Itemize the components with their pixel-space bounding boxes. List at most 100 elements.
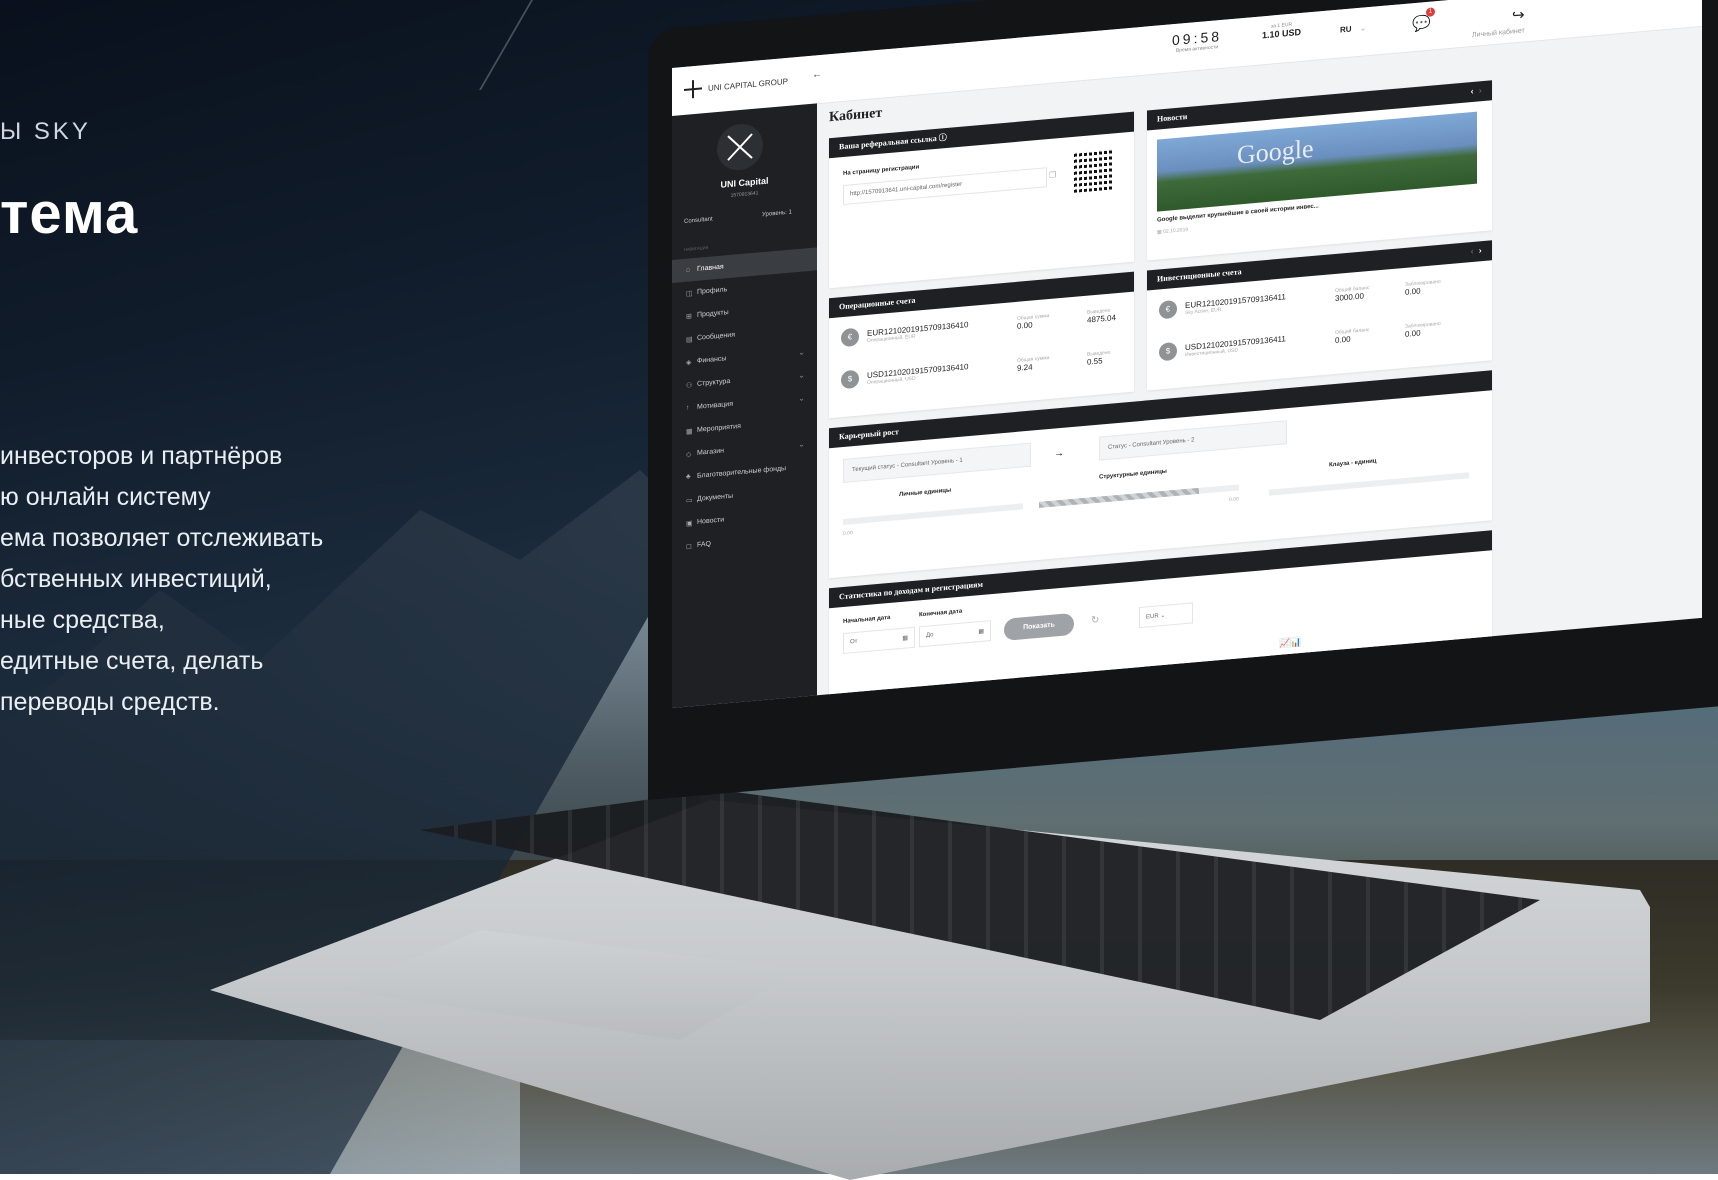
currency-coin-icon: € [1159,299,1177,320]
language-select[interactable]: RU ⌄ [1340,23,1366,34]
news-icon: ▣ [686,519,693,528]
personal-progress-bar [843,503,1023,526]
chevron-down-icon: ⌄ [1160,612,1166,620]
logout-icon[interactable]: ↪ [1512,5,1525,24]
currency-select[interactable]: EUR ⌄ [1139,602,1193,629]
hero-line: ные средства, [0,606,165,634]
chevron-right-icon[interactable]: › [1479,245,1482,256]
chevron-down-icon: ⌄ [798,370,805,380]
chart-toggle-icon[interactable]: 📈📊 [1279,637,1301,650]
sidebar-item-label: Структура [697,377,731,388]
structural-progress-fill [1039,487,1199,508]
personal-units-label: Личные единицы [899,487,952,499]
chevron-down-icon: ⌄ [798,439,805,449]
hero-line: инвесторов и партнёров [0,442,283,470]
sidebar-item-label: Профиль [697,286,728,296]
news-image-text: Google [1237,133,1314,170]
page-title: Кабинет [829,105,883,126]
app-screen: UNI CAPITAL GROUP ← 09:58 Время активнос… [672,0,1702,709]
chevron-down-icon: ⌄ [798,393,805,403]
account-row[interactable]: $ USD1210201915709136410 Операционный, USD… [841,344,1147,390]
structural-progress-bar [1039,484,1239,508]
events-icon: ▦ [686,427,693,436]
main-content: Кабинет Ваша реферальная ссылка ⓘ На стр… [817,26,1702,709]
calendar-icon[interactable]: ▦ [902,634,908,641]
current-status: Текущий статус - Consultant Уровень - 1 [843,442,1031,484]
app-logo[interactable]: UNI CAPITAL GROUP [684,72,788,99]
notification-badge: 1 [1426,7,1435,18]
collapse-sidebar-button[interactable]: ← [812,69,822,81]
hero-line: ю онлайн систему [0,483,211,511]
account-secondary: Выведено 4875.04 [1087,304,1147,324]
account-balance: Общий баланс 0.00 [1335,323,1405,344]
hero-line: переводы средств. [0,688,220,716]
sidebar-item-label: FAQ [697,540,712,549]
account-secondary: Выведено 0.55 [1087,346,1147,366]
products-icon: ⊞ [686,312,692,321]
chevron-left-icon[interactable]: ‹ [1470,246,1473,257]
language-value: RU [1340,24,1352,35]
start-date-input[interactable]: От ▦ [843,626,915,655]
referral-label: На страницу регистрации [843,164,920,178]
start-date-placeholder: От [850,638,858,646]
breadcrumb[interactable]: Личный кабинет [1472,27,1525,39]
arrow-right-icon: → [1054,447,1064,460]
sidebar-item-label: Главная [697,263,724,273]
motivation-icon: ↑ [686,404,690,412]
copy-icon[interactable]: ❐ [1049,170,1056,180]
session-clock: 09:58 Время активности [1172,28,1222,54]
next-status: Статус - Consultant Уровень - 2 [1099,420,1287,461]
sidebar: UNI Capital 1570913641 Consultant Уровен… [672,103,817,709]
user-role: Consultant [684,216,713,225]
referral-title: Ваша реферальная ссылка [839,133,937,152]
hero-line: ема позволяет отслеживать [0,524,324,552]
hero-body: инвесторов и партнёров ю онлайн систему … [0,436,440,723]
currency-value: EUR [1146,613,1159,621]
calendar-icon[interactable]: ▦ [978,628,984,635]
progress-tick: 0.00 [843,530,853,538]
currency-coin-icon: $ [1159,341,1177,362]
news-image[interactable]: Google [1157,111,1477,212]
info-icon: ⓘ [938,132,947,143]
hero-line: бственных инвестиций, [0,565,272,593]
news-nav: ‹ › [1470,81,1482,102]
sidebar-item-label: Мотивация [697,400,734,411]
nav-section-label: НАВИГАЦИЯ [684,244,709,252]
sidebar-item-label: Новости [697,516,725,526]
news-date-value: 02.10.2019 [1163,226,1189,236]
referral-url: http://1570913641.uni-capital.com/regist… [850,181,963,198]
avatar[interactable] [717,122,763,173]
chevron-right-icon[interactable]: › [1479,85,1482,96]
account-secondary: Заблокировано 0.00 [1405,318,1465,338]
hero-kicker: Ы SKY [0,118,91,145]
account-row[interactable]: $ USD1210201915709136411 Инвестиционный, U… [1159,317,1465,362]
chevron-left-icon[interactable]: ‹ [1470,86,1473,97]
account-secondary: Заблокировано 0.00 [1405,276,1465,296]
show-button[interactable]: Показать [1004,612,1074,641]
klauza-progress-bar [1269,472,1469,496]
hero-title: тема [0,181,139,246]
logo-star-icon [684,79,702,99]
account-info: EUR1210201915709136411 Sky Active, EUR [1185,287,1335,316]
investment-nav: ‹ › [1470,241,1482,262]
referral-card: Ваша реферальная ссылка ⓘ На страницу ре… [829,111,1134,289]
sidebar-item-label: Сообщения [697,331,735,342]
rate-value: 1.10 USD [1262,26,1302,41]
account-info: USD1210201915709136411 Инвестиционный, US… [1185,329,1335,358]
investment-title: Инвестиционные счета [1157,267,1242,284]
exchange-rate: за 1 EUR 1.10 USD [1262,21,1302,41]
refresh-icon[interactable]: ↻ [1091,615,1099,627]
shop-icon: ◇ [686,450,692,459]
progress-tick: 0.00 [1229,496,1239,504]
sidebar-menu: ⌂ Главная ◫ Профиль ⊞ Продукты ▤ Сообщения ◈ Фина… [672,247,817,559]
end-date-input[interactable]: До ▦ [919,620,991,648]
account-balance: Общая сумма 0.00 [1017,309,1087,330]
documents-icon: ▭ [686,496,693,505]
klauza-units-label: Клауза - единиц [1329,458,1377,469]
account-balance: Общий баланс 3000.00 [1335,281,1405,302]
finance-icon: ◈ [686,358,692,367]
chevron-down-icon: ⌄ [1359,23,1367,33]
end-date-placeholder: До [926,632,934,639]
news-card: Новости ‹ › Google Google выделит крупней… [1147,80,1492,261]
account-info: EUR1210201915709136410 Операционный, EUR [867,315,1017,344]
